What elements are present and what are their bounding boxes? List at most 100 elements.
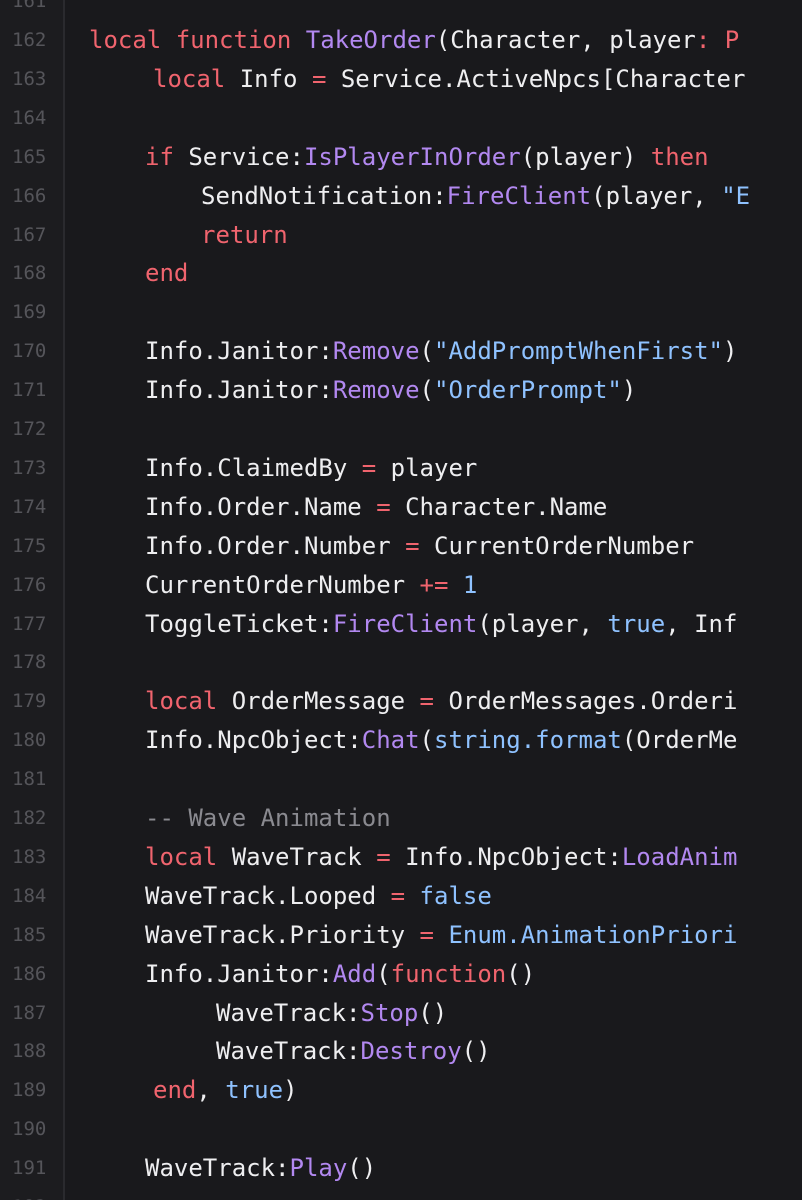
code-token: WaveTrack (231, 842, 377, 871)
code-token: Remove (332, 337, 420, 366)
code-token: (player, (477, 609, 608, 638)
code-token: "E (721, 181, 751, 210)
line-number: 186 (12, 962, 47, 985)
code-line[interactable]: 175 Info.Order.Number = CurrentOrderNumbe… (0, 527, 802, 565)
code-token: = (311, 64, 341, 93)
code-line[interactable]: 189 end, true) (0, 1071, 802, 1109)
code-line[interactable]: 192 (0, 1188, 802, 1200)
code-line[interactable]: 162 local function TakeOrder(Character, p… (0, 21, 802, 59)
line-number: 183 (12, 845, 47, 868)
code-token: ( (419, 726, 434, 755)
code-token: "AddPromptWhenFirst" (434, 337, 723, 366)
code-token: FireClient (446, 181, 592, 210)
code-text[interactable]: Info.ClaimedBy = player (145, 453, 477, 483)
code-text[interactable]: Info.Order.Number = CurrentOrderNumber (145, 531, 694, 561)
code-line[interactable]: 177 ToggleTicket:FireClient(player, true,… (0, 605, 802, 643)
code-line[interactable]: 168 end (0, 254, 802, 292)
code-token: Service.ActiveNpcs[Character (340, 64, 746, 93)
line-number: 167 (12, 223, 47, 246)
code-text[interactable]: return (201, 220, 288, 250)
code-token: Info.NpcObject: (145, 726, 362, 755)
code-line[interactable]: 165 if Service:IsPlayerInOrder(player) th… (0, 138, 802, 176)
code-line[interactable]: 170 Info.Janitor:Remove("AddPromptWhenFir… (0, 332, 802, 370)
code-text[interactable]: Info.Janitor:Add(function() (145, 959, 535, 989)
line-number: 168 (12, 262, 47, 285)
code-text[interactable]: SendNotification:FireClient(player, "E (201, 181, 750, 211)
code-text[interactable]: Info.Janitor:Remove("OrderPrompt") (145, 375, 636, 405)
code-line[interactable]: 176 CurrentOrderNumber += 1 (0, 566, 802, 604)
code-text[interactable]: ToggleTicket:FireClient(player, true, In… (145, 609, 737, 639)
code-token: Enum.AnimationPriori (448, 920, 738, 949)
code-line[interactable]: 179 local OrderMessage = OrderMessages.Or… (0, 682, 802, 720)
code-text[interactable]: WaveTrack.Priority = Enum.AnimationPrior… (145, 920, 737, 950)
code-text[interactable]: local OrderMessage = OrderMessages.Order… (145, 686, 737, 716)
code-token: , (196, 1076, 226, 1105)
line-number: 182 (12, 807, 47, 829)
code-text[interactable]: Info.NpcObject:Chat(string.format(OrderM… (145, 725, 737, 755)
code-token: (OrderMe (621, 726, 738, 755)
line-number: 163 (12, 67, 47, 90)
code-line[interactable]: 184 WaveTrack.Looped = false (0, 877, 802, 915)
code-line[interactable]: 166 SendNotification:FireClient(player, "… (0, 177, 802, 215)
line-number: 170 (12, 340, 47, 363)
code-line[interactable]: 182 -- Wave Animation (0, 799, 802, 837)
code-text[interactable]: -- Wave Animation (145, 803, 391, 833)
code-token: ) (621, 376, 637, 405)
line-number: 162 (12, 29, 47, 51)
code-line[interactable]: 178 (0, 643, 802, 681)
code-text[interactable]: WaveTrack:Play() (145, 1153, 376, 1183)
code-token: Info.Janitor: (145, 337, 333, 366)
code-text[interactable]: end, true) (153, 1075, 298, 1105)
code-line[interactable]: 174 Info.Order.Name = Character.Name (0, 488, 802, 526)
code-token: ( (376, 959, 391, 988)
code-token: return (201, 220, 288, 249)
code-line[interactable]: 183 local WaveTrack = Info.NpcObject:Load… (0, 838, 802, 876)
code-line[interactable]: 171 Info.Janitor:Remove("OrderPrompt") (0, 371, 802, 409)
code-token: string.format (434, 726, 622, 755)
code-token: SendNotification: (201, 181, 447, 210)
code-line[interactable]: 191 WaveTrack:Play() (0, 1149, 802, 1187)
line-number: 166 (12, 184, 47, 207)
code-text[interactable]: end (145, 258, 188, 288)
code-text[interactable]: Info.Order.Name = Character.Name (145, 492, 607, 522)
code-token: Info (239, 64, 312, 93)
code-token: OrderMessage (231, 687, 420, 716)
code-token: = (419, 920, 449, 949)
code-token: += (419, 570, 463, 599)
code-line[interactable]: 186 Info.Janitor:Add(function() (0, 955, 802, 993)
code-text[interactable]: local WaveTrack = Info.NpcObject:LoadAni… (145, 842, 737, 872)
code-token: WaveTrack: (216, 1037, 361, 1066)
code-text[interactable]: if Service:IsPlayerInOrder(player) then (145, 142, 709, 172)
code-token: WaveTrack.Looped (145, 881, 391, 910)
code-line[interactable]: 185 WaveTrack.Priority = Enum.AnimationPr… (0, 916, 802, 954)
code-line[interactable]: 187 WaveTrack:Stop() (0, 994, 802, 1032)
code-line[interactable]: 188 WaveTrack:Destroy() (0, 1032, 802, 1070)
code-line[interactable]: 190 (0, 1110, 802, 1148)
code-line[interactable]: 173 Info.ClaimedBy = player (0, 449, 802, 487)
code-token: end (153, 1076, 197, 1105)
code-line[interactable]: 181 (0, 760, 802, 798)
code-line[interactable]: 172 (0, 410, 802, 448)
code-text[interactable]: WaveTrack.Looped = false (145, 881, 492, 911)
code-text[interactable]: local function TakeOrder(Character, play… (89, 25, 739, 55)
code-line[interactable]: 167 return (0, 216, 802, 254)
code-text[interactable]: CurrentOrderNumber += 1 (145, 570, 477, 600)
code-line[interactable]: 169 (0, 293, 802, 331)
code-token: LoadAnim (621, 842, 738, 871)
code-line[interactable]: 180 Info.NpcObject:Chat(string.format(Ord… (0, 721, 802, 759)
code-editor[interactable]: 161 192 162 local function TakeOrder(Charac… (0, 0, 802, 1200)
code-line[interactable]: 163 local Info = Service.ActiveNpcs[Chara… (0, 60, 802, 98)
code-token: ( (419, 376, 434, 405)
code-text[interactable]: Info.Janitor:Remove("AddPromptWhenFirst"… (145, 336, 737, 366)
code-text[interactable]: WaveTrack:Destroy() (216, 1036, 491, 1066)
code-line[interactable]: 164 (0, 99, 802, 137)
line-number: 185 (12, 923, 47, 946)
line-number: 191 (12, 1157, 47, 1180)
code-line[interactable]: 161 (0, 0, 802, 20)
code-token: local (153, 64, 240, 93)
code-token: 1 (462, 570, 478, 599)
code-text[interactable]: local Info = Service.ActiveNpcs[Characte… (153, 64, 745, 94)
code-text[interactable]: WaveTrack:Stop() (216, 998, 447, 1028)
line-number: 173 (12, 456, 47, 479)
code-token: then (650, 142, 709, 171)
